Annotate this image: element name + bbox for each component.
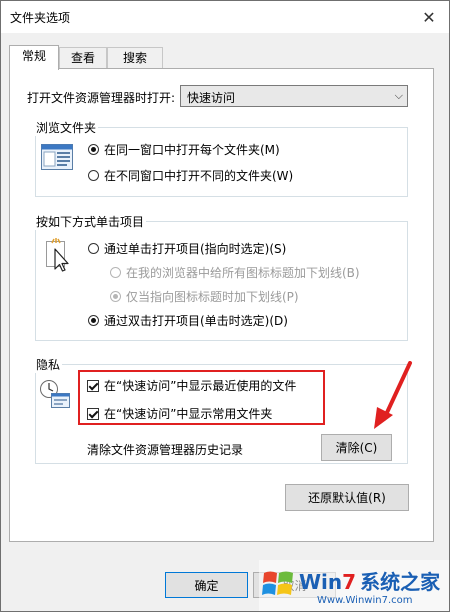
open-explorer-select[interactable]: 快速访问 ⌵ (180, 85, 408, 107)
radio-indicator (110, 267, 121, 278)
clear-history-label: 清除文件资源管理器历史记录 (87, 443, 244, 457)
red-arrow-icon (366, 361, 414, 433)
radio-double-click[interactable]: 通过双击打开项目(单击时选定)(D) (88, 312, 288, 329)
win7-watermark: Win7 系统之家 Www.Winwin7.com (259, 560, 449, 611)
privacy-clock-icon (39, 379, 71, 409)
browse-folders-group (35, 127, 408, 197)
privacy-title: 隐私 (34, 356, 63, 373)
close-icon: ✕ (422, 7, 436, 27)
radio-underline-on-point: 仅当指向图标标题时加下划线(P) (110, 288, 299, 305)
close-button[interactable]: ✕ (409, 1, 449, 33)
windows-logo-icon (261, 567, 295, 601)
tab-search[interactable]: 搜索 (107, 47, 163, 69)
open-explorer-label: 打开文件资源管理器时打开: (27, 91, 176, 105)
folder-window-icon (41, 144, 73, 170)
browse-folders-title: 浏览文件夹 (34, 119, 99, 136)
radio-indicator (88, 243, 99, 254)
open-explorer-value: 快速访问 (187, 91, 236, 105)
title-bar: 文件夹选项 ✕ (1, 1, 449, 33)
show-frequent-folders-label: 在“快速访问”中显示常用文件夹 (104, 407, 273, 421)
checkbox-show-frequent-folders[interactable]: 在“快速访问”中显示常用文件夹 (87, 405, 272, 422)
click-items-title: 按如下方式单击项目 (34, 213, 147, 230)
clear-history-button[interactable]: 清除(C) (321, 434, 392, 461)
radio-different-window-label: 在不同窗口中打开不同的文件夹(W) (104, 169, 294, 183)
radio-different-window[interactable]: 在不同窗口中打开不同的文件夹(W) (88, 167, 293, 184)
checkbox-indicator (87, 379, 99, 392)
watermark-brand-prefix: Win (299, 570, 343, 594)
radio-double-click-label: 通过双击打开项目(单击时选定)(D) (104, 314, 288, 328)
watermark-brand-cn: 系统之家 (360, 570, 441, 594)
chevron-down-icon: ⌵ (394, 89, 403, 102)
checkbox-indicator (87, 407, 99, 420)
radio-same-window-label: 在同一窗口中打开每个文件夹(M) (104, 143, 280, 157)
radio-single-click[interactable]: 通过单击打开项目(指向时选定)(S) (88, 240, 286, 257)
pointer-click-icon (43, 237, 73, 273)
tab-view[interactable]: 查看 (59, 47, 107, 69)
tab-general[interactable]: 常规 (9, 45, 59, 70)
radio-underline-always-label: 在我的浏览器中给所有图标标题加下划线(B) (126, 266, 360, 280)
folder-options-window: 文件夹选项 ✕ 常规 查看 搜索 打开文件资源管理器时打开: 快速访问 ⌵ 浏览… (0, 0, 450, 612)
radio-same-window[interactable]: 在同一窗口中打开每个文件夹(M) (88, 141, 280, 158)
ok-button[interactable]: 确定 (165, 572, 248, 598)
radio-indicator (88, 315, 99, 326)
watermark-url: Www.Winwin7.com (317, 595, 413, 606)
window-title: 文件夹选项 (10, 11, 71, 25)
radio-single-click-label: 通过单击打开项目(指向时选定)(S) (104, 242, 287, 256)
watermark-brand-num: 7 (342, 570, 357, 594)
checkbox-show-recent-files[interactable]: 在“快速访问”中显示最近使用的文件 (87, 377, 296, 394)
radio-underline-on-point-label: 仅当指向图标标题时加下划线(P) (126, 290, 299, 304)
radio-indicator (88, 144, 99, 155)
radio-underline-always: 在我的浏览器中给所有图标标题加下划线(B) (110, 264, 360, 281)
restore-defaults-button[interactable]: 还原默认值(R) (285, 484, 409, 511)
radio-indicator (88, 170, 99, 181)
radio-indicator (110, 291, 121, 302)
show-recent-files-label: 在“快速访问”中显示最近使用的文件 (104, 379, 297, 393)
